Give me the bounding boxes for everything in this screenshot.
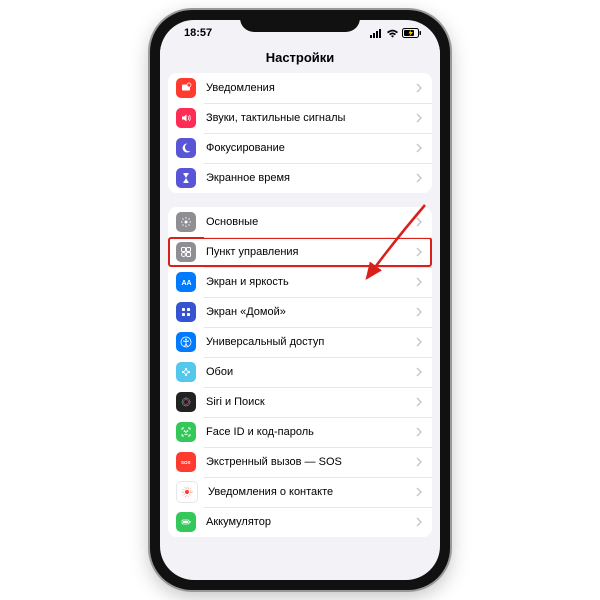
- phone-frame: 18:57 Настройки Уведомления: [150, 10, 450, 590]
- wallpaper-icon: [176, 362, 196, 382]
- settings-group-1: Уведомления Звуки, тактильные сигналы Фо…: [168, 73, 432, 193]
- row-label: Аккумулятор: [206, 516, 416, 528]
- row-screentime[interactable]: Экранное время: [168, 163, 432, 193]
- page-title: Настройки: [160, 46, 440, 73]
- row-label: Уведомления о контакте: [208, 486, 416, 498]
- row-sounds[interactable]: Звуки, тактильные сигналы: [168, 103, 432, 133]
- row-wallpaper[interactable]: Обои: [168, 357, 432, 387]
- chevron-right-icon: [416, 173, 422, 183]
- row-focus[interactable]: Фокусирование: [168, 133, 432, 163]
- accessibility-icon: [176, 332, 196, 352]
- siri-icon: [176, 392, 196, 412]
- row-siri[interactable]: Siri и Поиск: [168, 387, 432, 417]
- notch: [240, 10, 360, 32]
- chevron-right-icon: [416, 217, 422, 227]
- sos-icon: SOS: [176, 452, 196, 472]
- home-icon: [176, 302, 196, 322]
- row-label: Экран и яркость: [206, 276, 416, 288]
- row-faceid[interactable]: Face ID и код-пароль: [168, 417, 432, 447]
- cellular-icon: [370, 29, 383, 38]
- chevron-right-icon: [416, 113, 422, 123]
- chevron-right-icon: [416, 487, 422, 497]
- row-home[interactable]: Экран «Домой»: [168, 297, 432, 327]
- row-label: Face ID и код-пароль: [206, 426, 416, 438]
- row-general[interactable]: Основные: [168, 207, 432, 237]
- screentime-icon: [176, 168, 196, 188]
- chevron-right-icon: [416, 367, 422, 377]
- chevron-right-icon: [416, 397, 422, 407]
- faceid-icon: [176, 422, 196, 442]
- chevron-right-icon: [416, 457, 422, 467]
- row-display[interactable]: AA Экран и яркость: [168, 267, 432, 297]
- row-sos[interactable]: SOS Экстренный вызов — SOS: [168, 447, 432, 477]
- control-center-icon: [176, 242, 196, 262]
- row-label: Обои: [206, 366, 416, 378]
- chevron-right-icon: [416, 337, 422, 347]
- row-label: Siri и Поиск: [206, 396, 416, 408]
- row-accessibility[interactable]: Универсальный доступ: [168, 327, 432, 357]
- svg-text:AA: AA: [182, 280, 192, 287]
- status-right: [370, 28, 422, 38]
- exposure-icon: [176, 481, 198, 503]
- row-control-center[interactable]: Пункт управления: [168, 237, 432, 267]
- battery-icon: [402, 28, 422, 38]
- chevron-right-icon: [416, 247, 422, 257]
- focus-icon: [176, 138, 196, 158]
- row-label: Экстренный вызов — SOS: [206, 456, 416, 468]
- notifications-icon: [176, 78, 196, 98]
- chevron-right-icon: [416, 427, 422, 437]
- chevron-right-icon: [416, 307, 422, 317]
- wifi-icon: [386, 29, 399, 38]
- row-exposure[interactable]: Уведомления о контакте: [168, 477, 432, 507]
- chevron-right-icon: [416, 143, 422, 153]
- row-notifications[interactable]: Уведомления: [168, 73, 432, 103]
- svg-text:SOS: SOS: [181, 460, 191, 465]
- row-label: Универсальный доступ: [206, 336, 416, 348]
- row-label: Экранное время: [206, 172, 416, 184]
- chevron-right-icon: [416, 517, 422, 527]
- display-icon: AA: [176, 272, 196, 292]
- row-label: Уведомления: [206, 82, 416, 94]
- battery-icon: [176, 512, 196, 532]
- chevron-right-icon: [416, 83, 422, 93]
- status-time: 18:57: [184, 27, 212, 39]
- row-label: Фокусирование: [206, 142, 416, 154]
- chevron-right-icon: [416, 277, 422, 287]
- sounds-icon: [176, 108, 196, 128]
- row-label: Основные: [206, 216, 416, 228]
- screen: 18:57 Настройки Уведомления: [160, 20, 440, 580]
- settings-content[interactable]: Уведомления Звуки, тактильные сигналы Фо…: [160, 73, 440, 580]
- row-label: Звуки, тактильные сигналы: [206, 112, 416, 124]
- row-label: Пункт управления: [206, 246, 416, 258]
- settings-group-2: Основные Пункт управления AA Экран и ярк…: [168, 207, 432, 537]
- row-label: Экран «Домой»: [206, 306, 416, 318]
- row-battery[interactable]: Аккумулятор: [168, 507, 432, 537]
- general-icon: [176, 212, 196, 232]
